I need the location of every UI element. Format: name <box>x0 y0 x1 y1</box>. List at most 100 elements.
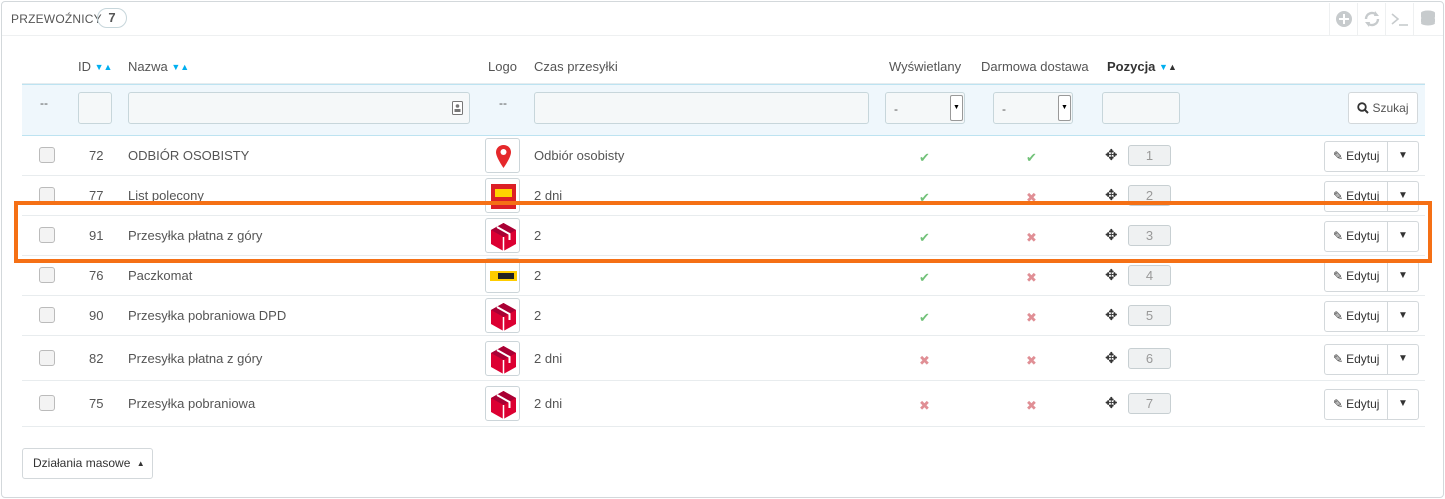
edit-dropdown-toggle[interactable]: ▼ <box>1388 222 1418 251</box>
drag-handle-icon[interactable]: ✥ <box>1105 306 1118 324</box>
cross-icon[interactable]: ✖ <box>1026 190 1037 206</box>
row-checkbox[interactable] <box>39 267 55 283</box>
edit-dropdown-toggle[interactable]: ▼ <box>1388 302 1418 331</box>
row-checkbox[interactable] <box>39 187 55 203</box>
cross-icon[interactable]: ✖ <box>1026 230 1037 246</box>
search-button[interactable]: Szukaj <box>1348 92 1418 124</box>
filter-logo-placeholder: -- <box>499 96 507 110</box>
filter-position-input[interactable] <box>1102 92 1180 124</box>
edit-button-label: Edytuj <box>1346 269 1380 283</box>
row-checkbox[interactable] <box>39 395 55 411</box>
refresh-button[interactable] <box>1357 3 1385 35</box>
row-name: List polecony <box>128 188 204 203</box>
dpd-logo <box>485 298 520 333</box>
filter-free-value: - <box>1002 102 1006 116</box>
pencil-icon: ✎ <box>1333 189 1344 203</box>
th-id[interactable]: ID ▼▲ <box>78 59 112 74</box>
check-icon[interactable]: ✔ <box>919 150 930 166</box>
edit-button[interactable]: ✎ Edytuj <box>1325 390 1388 419</box>
filter-active-value: - <box>894 102 898 116</box>
edit-button-group: ✎ Edytuj ▼ <box>1324 181 1419 212</box>
filter-id-input[interactable] <box>78 92 112 124</box>
row-id: 77 <box>89 188 104 203</box>
check-icon[interactable]: ✔ <box>1026 150 1037 166</box>
pencil-icon: ✎ <box>1333 149 1344 163</box>
refresh-icon <box>1364 11 1379 27</box>
add-new-button[interactable] <box>1329 3 1357 35</box>
sql-query-button[interactable] <box>1385 3 1413 35</box>
drag-handle-icon[interactable]: ✥ <box>1105 394 1118 412</box>
cross-icon[interactable]: ✖ <box>1026 398 1037 414</box>
edit-button-group: ✎ Edytuj ▼ <box>1324 221 1419 252</box>
row-id: 91 <box>89 228 104 243</box>
bulk-actions-button[interactable]: Działania masowe ▲ <box>22 448 153 479</box>
cross-icon[interactable]: ✖ <box>1026 310 1037 326</box>
cross-icon[interactable]: ✖ <box>1026 353 1037 369</box>
drag-handle-icon[interactable]: ✥ <box>1105 146 1118 164</box>
filter-free-select[interactable]: - ▼ <box>993 92 1073 124</box>
filter-name-input[interactable] <box>128 92 470 124</box>
table-row: 91 Przesyłka płatna z góry 2 ✔ ✖ ✥ 3 ✎ Edytuj ▼ <box>22 216 1425 256</box>
row-checkbox[interactable] <box>39 349 55 366</box>
th-position[interactable]: Pozycja ▼▲ <box>1107 59 1177 74</box>
row-checkbox[interactable] <box>39 307 55 323</box>
filter-delay-input[interactable] <box>534 92 869 124</box>
row-checkbox[interactable] <box>39 227 55 243</box>
cross-icon[interactable]: ✖ <box>919 398 930 414</box>
drag-handle-icon[interactable]: ✥ <box>1105 349 1118 367</box>
edit-button[interactable]: ✎ Edytuj <box>1325 222 1388 251</box>
export-button[interactable] <box>1413 3 1441 35</box>
cross-icon[interactable]: ✖ <box>1026 270 1037 286</box>
panel-title: PRZEWOŹNICY <box>11 12 102 26</box>
edit-dropdown-toggle[interactable]: ▼ <box>1388 182 1418 211</box>
terminal-icon <box>1390 13 1408 26</box>
edit-button-group: ✎ Edytuj ▼ <box>1324 389 1419 420</box>
edit-button[interactable]: ✎ Edytuj <box>1325 142 1388 171</box>
sort-arrows-icon[interactable]: ▼▲ <box>171 62 189 72</box>
edit-button-group: ✎ Edytuj ▼ <box>1324 301 1419 332</box>
edit-button[interactable]: ✎ Edytuj <box>1325 182 1388 211</box>
edit-dropdown-toggle[interactable]: ▼ <box>1388 390 1418 419</box>
edit-button[interactable]: ✎ Edytuj <box>1325 302 1388 331</box>
pencil-icon: ✎ <box>1333 351 1344 366</box>
edit-dropdown-toggle[interactable]: ▼ <box>1388 262 1418 291</box>
row-delay: 2 dni <box>534 188 563 203</box>
check-icon[interactable]: ✔ <box>919 270 930 286</box>
check-icon[interactable]: ✔ <box>919 230 930 246</box>
row-checkbox[interactable] <box>39 147 55 163</box>
th-id-label: ID <box>78 59 91 74</box>
th-logo: Logo <box>488 59 517 74</box>
table-row: 77 List polecony 2 dni ✔ ✖ ✥ 2 ✎ Edytuj ▼ <box>22 176 1425 216</box>
search-icon <box>1357 102 1370 114</box>
dpd-logo <box>485 218 520 253</box>
caret-down-icon: ▼ <box>1398 150 1408 161</box>
drag-handle-icon[interactable]: ✥ <box>1105 266 1118 284</box>
edit-button-label: Edytuj <box>1346 309 1380 323</box>
edit-button-label: Edytuj <box>1346 397 1380 411</box>
sort-arrows-icon[interactable]: ▼▲ <box>1159 62 1177 72</box>
sort-arrows-icon[interactable]: ▼▲ <box>95 62 113 72</box>
th-name[interactable]: Nazwa ▼▲ <box>128 59 189 74</box>
check-icon[interactable]: ✔ <box>919 190 930 206</box>
cross-icon[interactable]: ✖ <box>919 353 930 369</box>
edit-button-label: Edytuj <box>1346 351 1380 366</box>
edit-dropdown-toggle[interactable]: ▼ <box>1388 142 1418 171</box>
drag-handle-icon[interactable]: ✥ <box>1105 186 1118 204</box>
caret-down-icon: ▼ <box>1398 310 1408 321</box>
check-icon[interactable]: ✔ <box>919 310 930 326</box>
edit-button[interactable]: ✎ Edytuj <box>1325 262 1388 291</box>
drag-handle-icon[interactable]: ✥ <box>1105 226 1118 244</box>
row-position: 2 <box>1128 185 1171 206</box>
table-row: 75 Przesyłka pobraniowa 2 dni ✖ ✖ ✥ 7 ✎ Edytuj ▼ <box>22 381 1425 427</box>
th-delay: Czas przesyłki <box>534 59 618 74</box>
filter-active-select[interactable]: - ▼ <box>885 92 965 124</box>
row-position: 6 <box>1128 347 1171 369</box>
poczta-polska-logo <box>485 178 520 213</box>
table-row: 90 Przesyłka pobraniowa DPD 2 ✔ ✖ ✥ 5 ✎ Edytuj ▼ <box>22 296 1425 336</box>
row-name: Paczkomat <box>128 268 193 283</box>
edit-dropdown-toggle[interactable]: ▼ <box>1388 345 1418 374</box>
row-delay: Odbiór osobisty <box>534 148 625 163</box>
edit-button[interactable]: ✎ Edytuj <box>1325 344 1388 374</box>
row-id: 75 <box>89 396 104 411</box>
table-row: 76 Paczkomat 2 ✔ ✖ ✥ 4 ✎ Edytuj ▼ <box>22 256 1425 296</box>
